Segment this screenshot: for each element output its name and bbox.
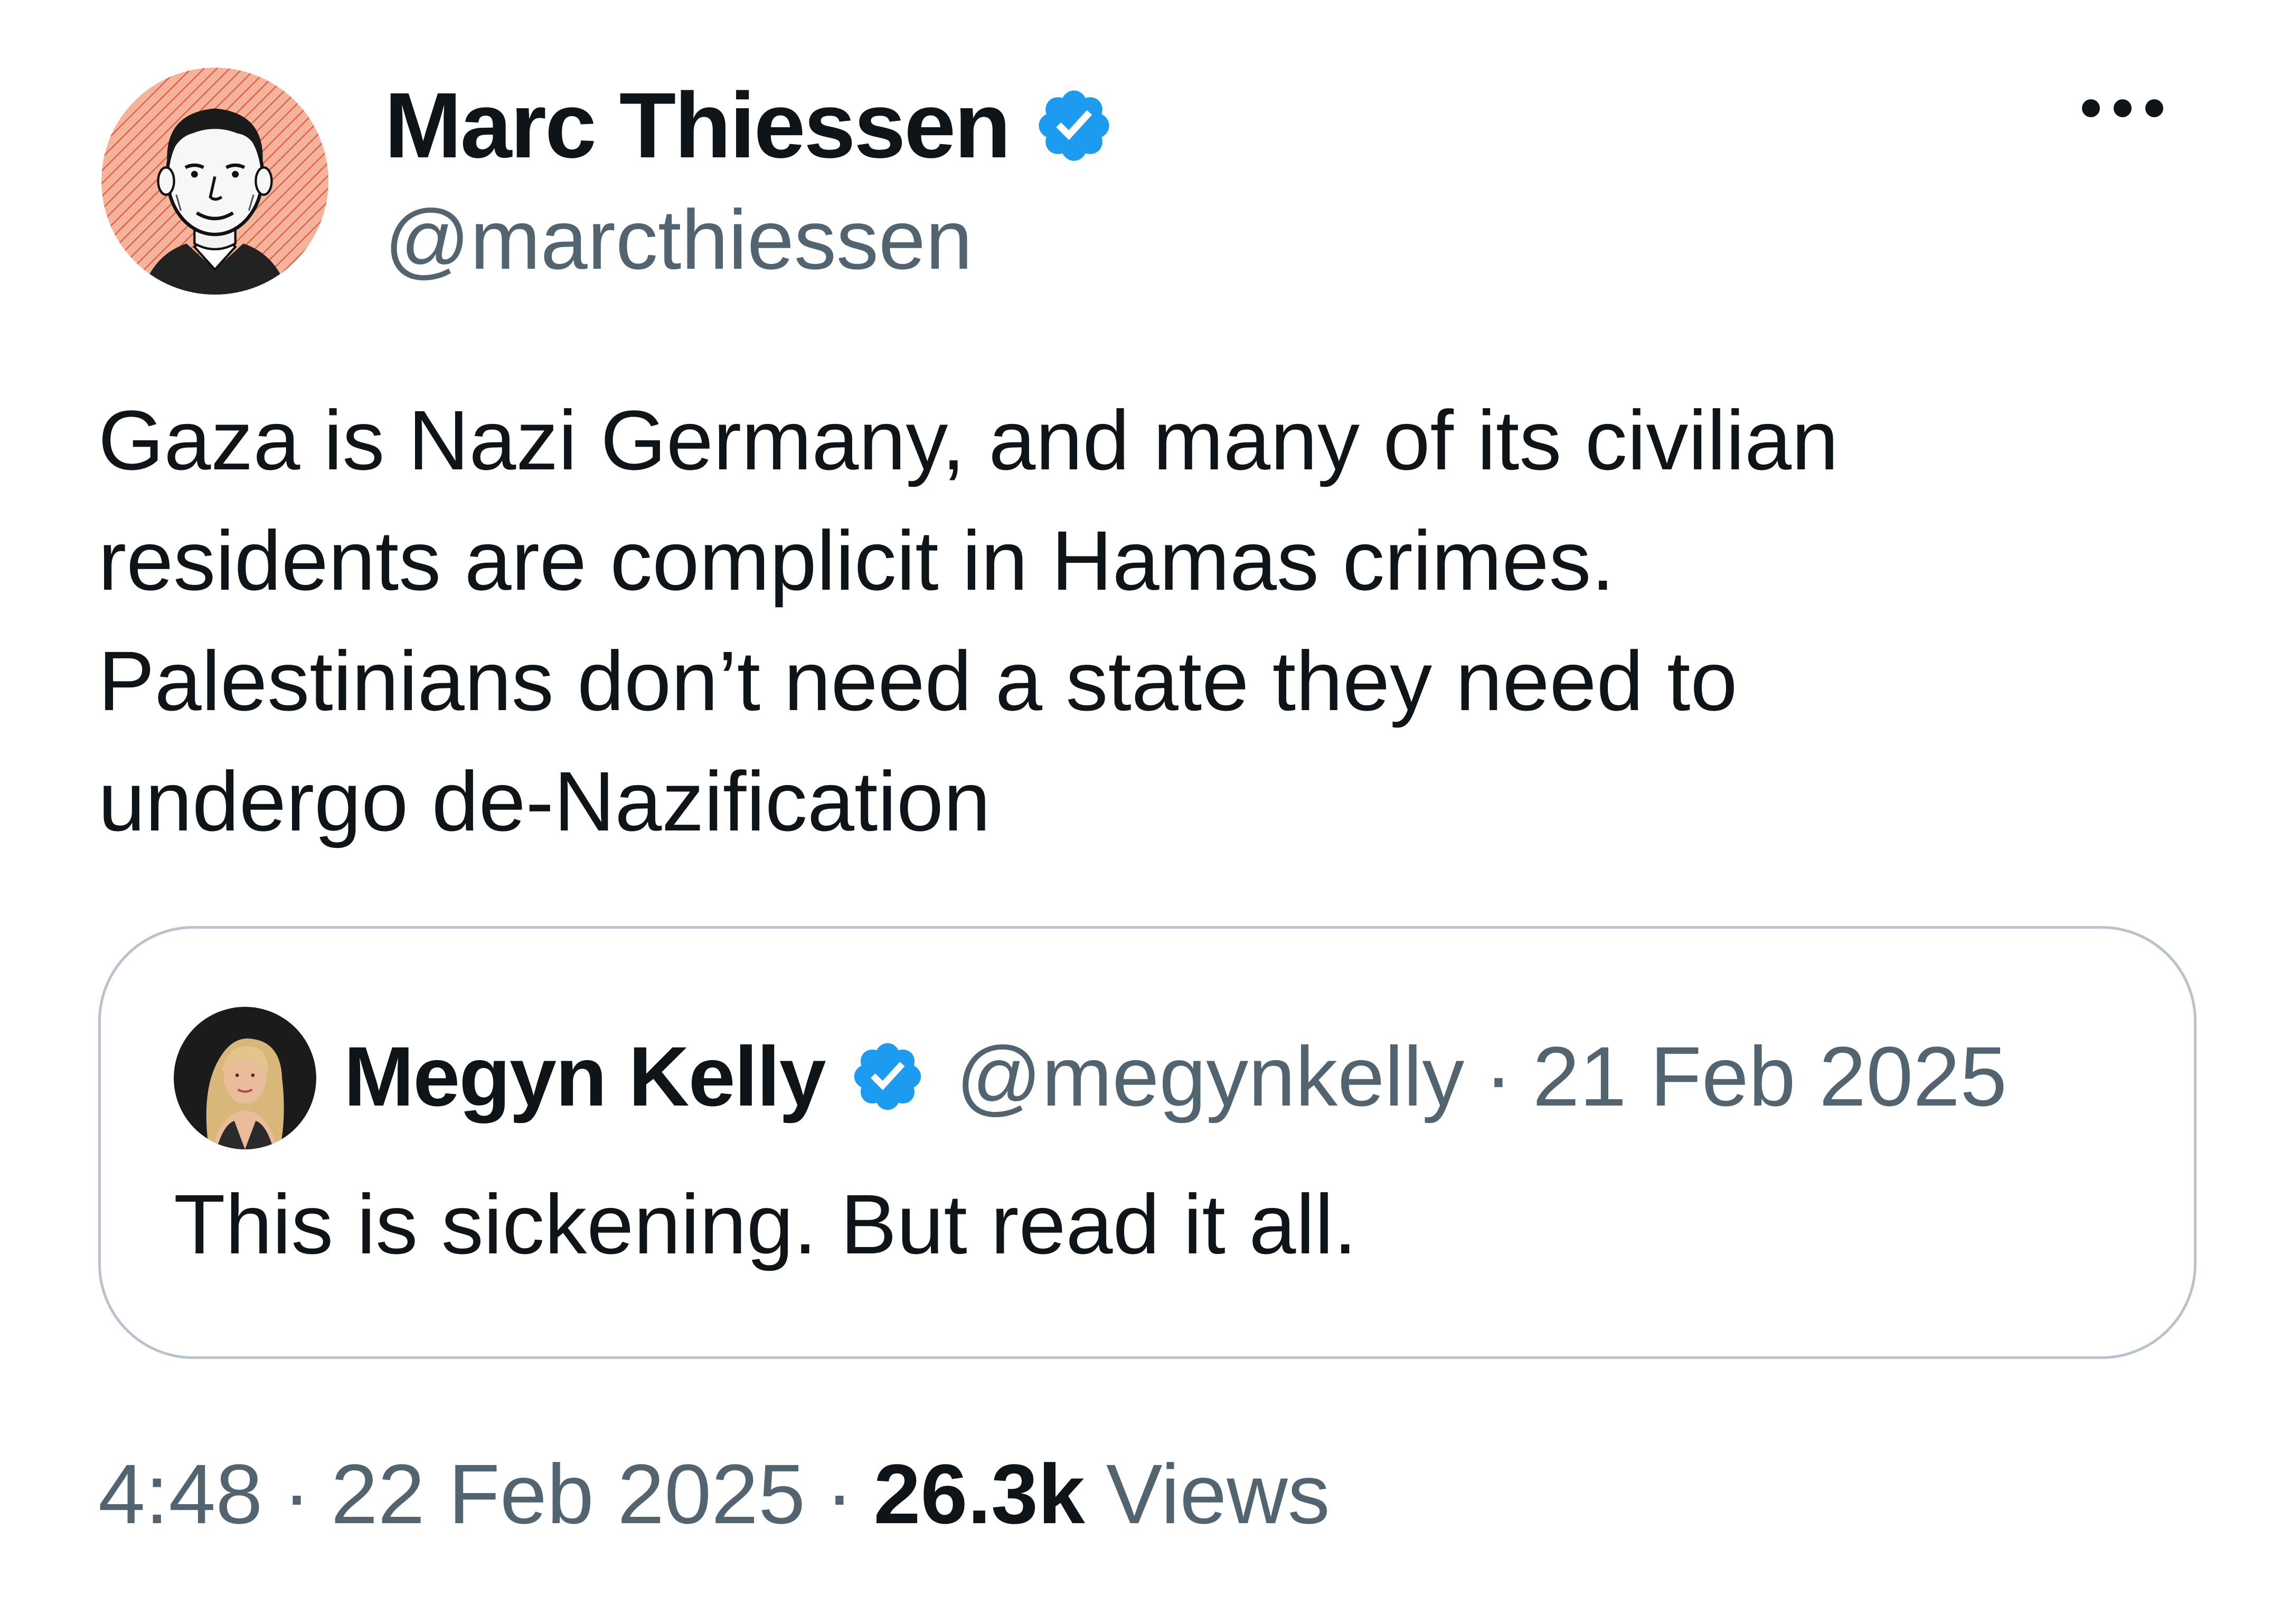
quoted-tweet-card[interactable]: Megyn Kelly @megynkelly · 21 Feb 2025 Th… [98,926,2197,1359]
person-photo-avatar [174,1007,316,1149]
views-count: 26.3k [873,1447,1085,1541]
verified-badge-icon [849,1037,927,1116]
author-handle[interactable]: @marcthiessen [384,191,973,288]
quoted-author-avatar[interactable] [174,1007,316,1149]
quoted-tweet-text: This is sickening. But read it all. [174,1177,1357,1271]
quoted-separator: · [1484,1029,1513,1123]
tweet-time[interactable]: 4:48 [98,1446,262,1543]
author-name-row: Marc Thiessen [384,73,1115,178]
more-options-icon [2082,99,2163,117]
quoted-tweet-header: Megyn Kelly @megynkelly · 21 Feb 2025 [344,1018,2007,1135]
person-illustration-avatar [101,68,328,295]
meta-separator: · [825,1447,854,1541]
verified-badge-icon[interactable] [1033,84,1115,167]
author-name[interactable]: Marc Thiessen [384,72,1011,179]
meta-separator: · [282,1447,311,1541]
more-options-button[interactable] [2070,79,2175,137]
tweet-meta: 4:48 · 22 Feb 2025 · 26.3k Views [98,1436,1330,1552]
tweet: Marc Thiessen @marcthiessen Gaza is Nazi… [0,0,2281,1624]
views-label: Views [1106,1447,1330,1541]
tweet-date[interactable]: 22 Feb 2025 [331,1446,806,1543]
quoted-author-handle: @megynkelly [956,1029,1465,1123]
quoted-date: 21 Feb 2025 [1532,1029,2007,1123]
author-avatar[interactable] [101,68,328,295]
tweet-text: Gaza is Nazi Germany, and many of its ci… [98,393,1839,848]
quoted-author-name: Megyn Kelly [344,1029,826,1123]
